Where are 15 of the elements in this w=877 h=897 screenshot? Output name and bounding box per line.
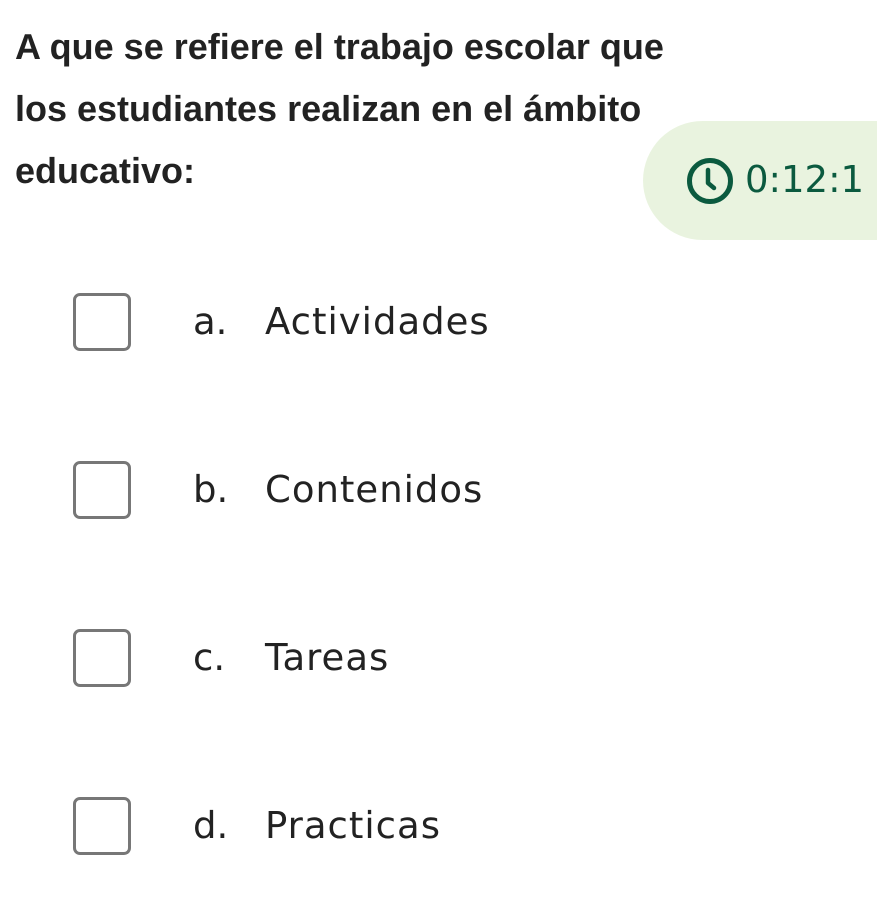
clock-icon (687, 158, 733, 204)
option-letter: c. (193, 635, 226, 682)
option-letter: a. (193, 299, 228, 346)
option-label: Contenidos (265, 467, 484, 514)
option-letter: b. (193, 467, 230, 514)
option-label: Actividades (265, 299, 490, 346)
answer-checkbox[interactable] (73, 461, 131, 519)
option-label: Practicas (265, 803, 441, 850)
timer-text: 0:12:1 (745, 160, 864, 201)
question-text: A que se refiere el trabajo escolar que los estudiantes realizan en el ámbito educativo: (15, 25, 665, 193)
answer-checkbox[interactable] (73, 293, 131, 351)
option-letter: d. (193, 803, 230, 850)
answer-checkbox[interactable] (73, 797, 131, 855)
option-label: Tareas (265, 635, 390, 682)
answer-checkbox[interactable] (73, 629, 131, 687)
